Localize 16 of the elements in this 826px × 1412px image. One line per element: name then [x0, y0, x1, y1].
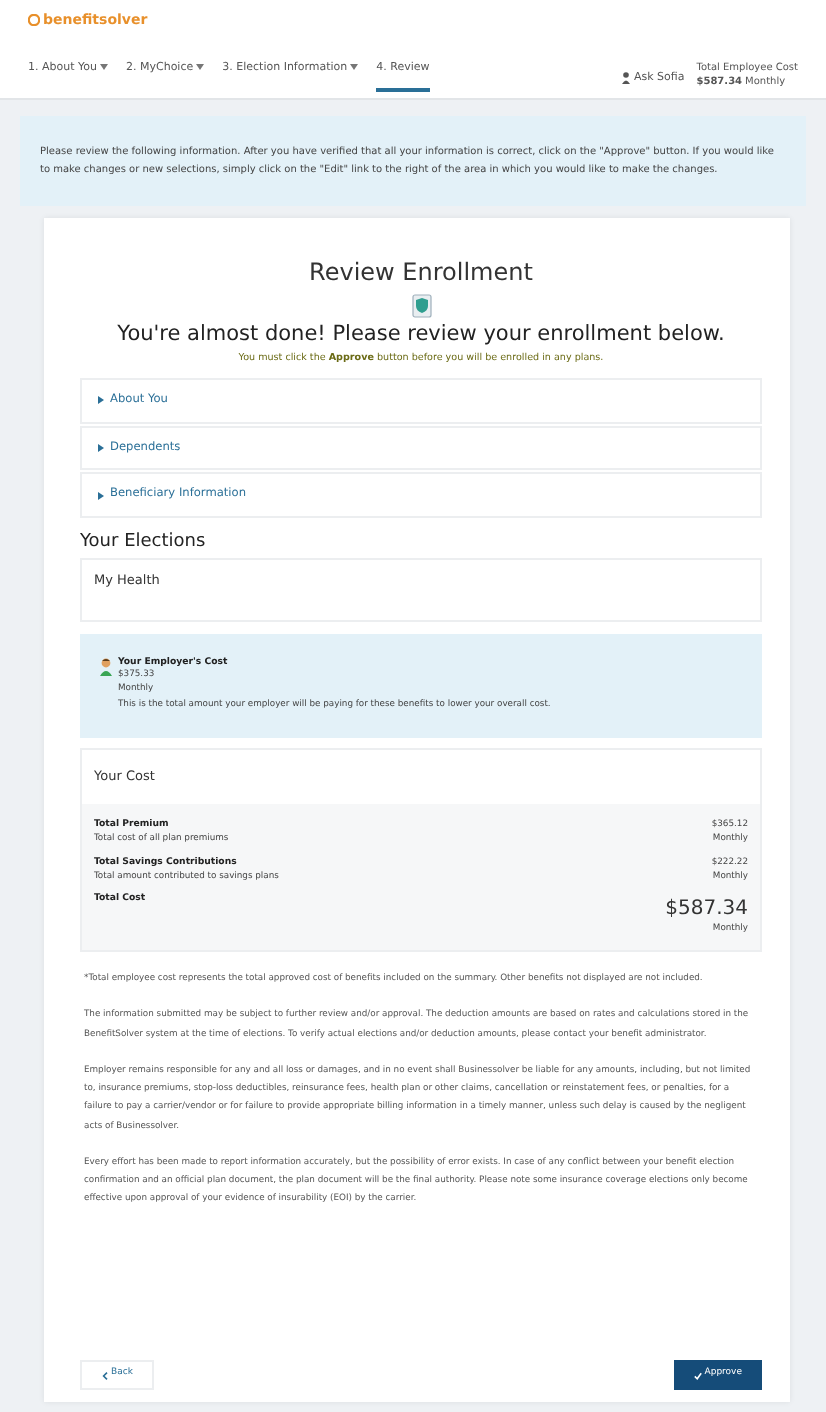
shield-icon — [411, 293, 431, 317]
review-heading: You're almost done! Please review your enrollment below. — [115, 320, 727, 350]
chevron-left-icon — [102, 1371, 108, 1380]
caret-icon — [350, 64, 359, 71]
caret-icon — [196, 64, 205, 71]
caret-icon — [98, 443, 104, 452]
checkmark-icon — [693, 1371, 702, 1380]
section-title: Your Elections — [80, 530, 208, 556]
logo-icon — [28, 14, 40, 27]
caret-icon — [100, 64, 108, 71]
person-icon — [622, 71, 631, 84]
person-icon — [100, 657, 112, 675]
total-cost-amount: $587.34 — [665, 896, 748, 923]
caret-icon — [98, 491, 104, 500]
page-title: Review Enrollment — [307, 256, 535, 290]
caret-icon — [98, 396, 104, 405]
